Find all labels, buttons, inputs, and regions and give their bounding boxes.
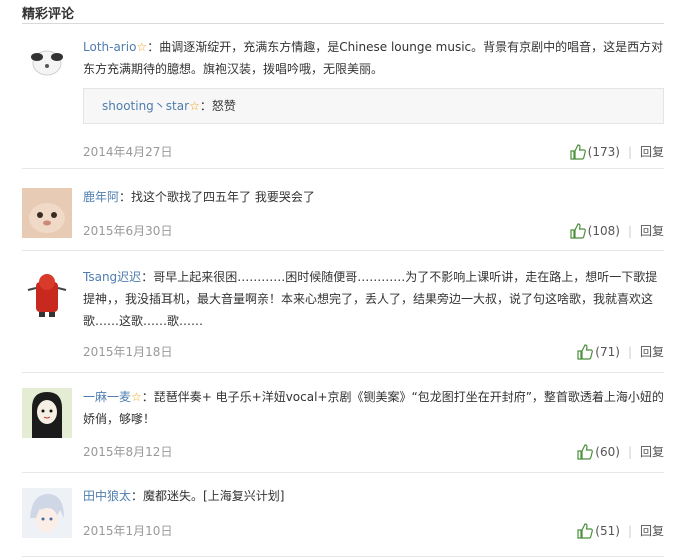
reply-username-link[interactable]: shooting丶star: [102, 99, 189, 113]
comment-date: 2015年8月12日: [83, 445, 173, 459]
avatar[interactable]: [22, 488, 72, 538]
comment-item: 田中狼太：魔都迷失。[上海复兴计划] 2015年1月10日 (51) | 回复: [22, 480, 664, 557]
section-divider: [22, 23, 664, 24]
username-link[interactable]: 田中狼太: [83, 489, 131, 503]
reply-quote: shooting丶star☆：怒赞: [83, 88, 664, 124]
comment-text: 一麻一麦☆：琵琶伴奏+ 电子乐+洋妞vocal+京剧《铡美案》“包龙图打坐在开封…: [83, 390, 664, 426]
thumbs-up-icon[interactable]: [577, 522, 594, 539]
section-title: 精彩评论: [22, 7, 75, 22]
comment-date: 2015年1月18日: [83, 345, 173, 359]
comment-date: 2015年1月10日: [83, 524, 173, 538]
comment-date: 2015年6月30日: [83, 224, 173, 238]
star-icon: ☆: [131, 390, 142, 404]
reply-button[interactable]: 回复: [640, 343, 664, 360]
reply-button[interactable]: 回复: [640, 443, 664, 460]
thumbs-up-icon[interactable]: [577, 343, 594, 360]
comment-item: Loth-ario☆：曲调逐渐绽开，充满东方情趣，是Chinese lounge…: [22, 36, 664, 169]
thumbs-up-icon[interactable]: [570, 222, 586, 239]
divider: |: [627, 523, 632, 538]
username-link[interactable]: 一麻一麦: [83, 390, 131, 404]
thumbs-up-icon[interactable]: [577, 443, 594, 460]
like-count: (60): [595, 444, 620, 459]
username-link[interactable]: Tsang迟迟: [83, 270, 141, 284]
star-icon: ☆: [189, 99, 200, 113]
comment-item: 一麻一麦☆：琵琶伴奏+ 电子乐+洋妞vocal+京剧《铡美案》“包龙图打坐在开封…: [22, 380, 664, 473]
comment-item: Tsang迟迟：哥早上起来很困…………困时候随便哥…………为了不影响上课听讲，走…: [22, 258, 664, 373]
username-link[interactable]: Loth-ario: [83, 40, 136, 54]
star-icon: ☆: [136, 40, 148, 54]
comment-text: Tsang迟迟：哥早上起来很困…………困时候随便哥…………为了不影响上课听讲，走…: [83, 270, 658, 328]
avatar[interactable]: [22, 388, 72, 438]
thumbs-up-icon[interactable]: [570, 143, 586, 160]
avatar[interactable]: [22, 188, 72, 238]
comment-text: Loth-ario☆：曲调逐渐绽开，充满东方情趣，是Chinese lounge…: [83, 40, 664, 76]
comment-text: 鹿年阿：找这个歌找了四五年了 我要哭会了: [83, 190, 315, 204]
divider: |: [627, 444, 632, 459]
comment-text: 田中狼太：魔都迷失。[上海复兴计划]: [83, 489, 285, 503]
divider: |: [627, 344, 632, 359]
username-link[interactable]: 鹿年阿: [83, 190, 119, 204]
like-count: (108): [587, 223, 620, 238]
avatar[interactable]: [22, 36, 72, 86]
like-count: (71): [595, 344, 620, 359]
divider: |: [627, 144, 632, 159]
divider: |: [627, 223, 632, 238]
reply-button[interactable]: 回复: [640, 522, 664, 539]
avatar[interactable]: [22, 268, 72, 318]
reply-button[interactable]: 回复: [640, 222, 664, 239]
comment-item: 鹿年阿：找这个歌找了四五年了 我要哭会了 2015年6月30日 (108) | …: [22, 178, 664, 251]
reply-button[interactable]: 回复: [640, 143, 664, 160]
comment-date: 2014年4月27日: [83, 145, 173, 159]
like-count: (51): [595, 523, 620, 538]
like-count: (173): [587, 144, 620, 159]
